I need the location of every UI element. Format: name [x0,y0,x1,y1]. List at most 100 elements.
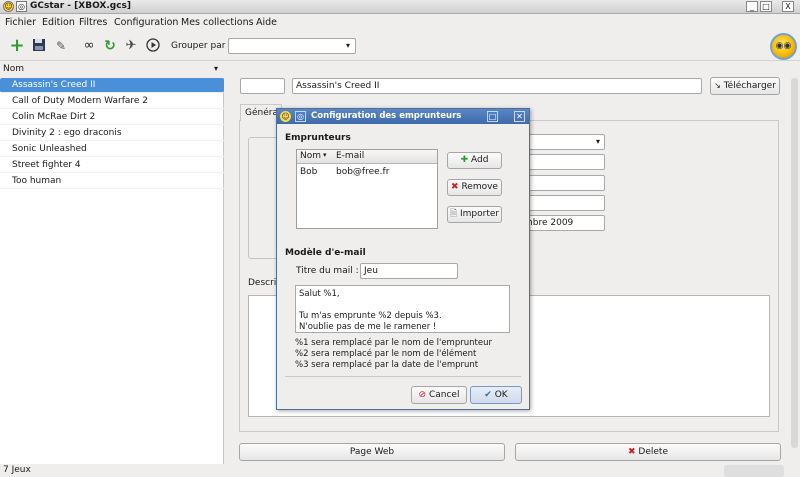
import-label: Importer [460,209,500,219]
minimize-button[interactable]: _ [746,1,758,12]
cover-frame [248,137,278,259]
email-template-heading: Modèle d'e-mail [285,248,366,258]
lend-icon[interactable]: ✈ [123,38,139,54]
delete-icon: ✖ [628,447,636,457]
menu-bar: Fichier Edition Filtres Configuration Me… [0,15,800,30]
email-body-textarea[interactable]: Salut %1, Tu m'as emprunte %2 depuis %3.… [295,285,510,333]
help-text: %2 sera remplacé par le nom de l'élément [295,349,477,359]
app-icon: ☺ [3,1,14,12]
status-progress [724,465,784,477]
save-icon[interactable] [31,38,47,54]
ok-label: OK [494,390,508,400]
list-item[interactable]: Too human [0,174,224,189]
description-label: Descri [248,278,277,288]
window-title: GCstar - [XBOX.gcs] [30,1,132,11]
title-field[interactable]: Assassin's Creed II [292,78,702,94]
import-borrowers-button[interactable]: 🗎 Importer [447,206,502,223]
borrowers-dialog: ☺ ◎ Configuration des emprunteurs □ ✕ Em… [276,108,530,410]
toolbar: + ✎ ∞ ↻ ✈ Grouper par ▾ [0,31,800,61]
table-header: Nom ▾ E-mail [297,150,437,164]
download-button[interactable]: ↘ Télécharger [710,77,780,95]
date-field[interactable]: mbre 2009 [520,215,605,231]
title-bar: ☺ ◎ GCstar - [XBOX.gcs] _ □ X [0,0,800,14]
subject-input[interactable]: Jeu [360,263,458,279]
menu-fichier[interactable]: Fichier [5,17,36,28]
sort-chevron-icon: ▾ [214,64,219,73]
vertical-scrollbar[interactable] [791,78,798,448]
id-field[interactable] [240,78,285,94]
ok-button[interactable]: ✔ OK [470,386,522,404]
cancel-icon: ⊘ [418,390,427,400]
menu-edition[interactable]: Edition [42,17,75,28]
list-item[interactable]: Street fighter 4 [0,158,224,173]
download-label: Télécharger [723,81,776,91]
import-icon: 🗎 [449,209,458,219]
detail-field[interactable] [520,175,605,191]
add-label: Add [470,155,489,165]
dialog-menu-icon[interactable]: ◎ [295,111,306,122]
help-text: %3 sera remplacé par la date de l'emprun… [295,360,479,370]
list-item[interactable]: Sonic Unleashed [0,142,224,157]
email-body-line: Tu m'as emprunte %2 depuis %3. [299,311,442,321]
dialog-title: Configuration des emprunteurs [311,111,462,121]
column-name-header[interactable]: Nom [300,151,321,161]
close-button[interactable]: X [782,1,794,12]
list-column-header[interactable]: Nom ▾ [0,63,224,77]
remove-label: Remove [461,182,498,192]
remove-borrower-button[interactable]: ✖ Remove [447,179,502,196]
borrowers-table[interactable]: Nom ▾ E-mail Bob bob@free.fr [296,149,438,229]
dialog-close-button[interactable]: ✕ [514,111,525,122]
column-email-header[interactable]: E-mail [336,151,364,161]
dialog-app-icon: ☺ [280,111,291,122]
check-icon: ✔ [484,390,492,400]
cancel-label: Cancel [428,390,460,400]
remove-icon: ✖ [451,182,459,192]
table-row[interactable]: Bob bob@free.fr [297,166,437,179]
help-text: %1 sera remplacé par le nom de l'emprunt… [295,338,492,348]
group-by-label: Grouper par [171,41,226,51]
list-item[interactable]: Call of Duty Modern Warfare 2 [0,94,224,109]
chevron-down-icon: ▾ [595,137,600,146]
cancel-button[interactable]: ⊘ Cancel [411,386,467,404]
list-item[interactable]: Assassin's Creed II [0,78,224,93]
menu-mes-collections[interactable]: Mes collections [181,17,254,28]
subject-label: Titre du mail : [296,266,359,276]
preferences-icon[interactable]: ✎ [53,38,69,54]
gcstar-mascot-icon[interactable]: ◉◉ [770,33,797,60]
delete-label: Delete [638,447,668,457]
add-borrower-button[interactable]: ✚ Add [447,152,502,169]
group-by-select[interactable]: ▾ [228,38,356,54]
play-icon[interactable] [145,38,161,54]
delete-button[interactable]: ✖ Delete [515,443,781,461]
download-icon: ↘ [714,81,721,90]
menu-filtres[interactable]: Filtres [79,17,107,28]
borrowers-heading: Emprunteurs [285,133,351,143]
collection-list[interactable]: Assassin's Creed II Call of Duty Modern … [0,78,224,464]
dialog-title-bar: ☺ ◎ Configuration des emprunteurs □ ✕ [277,109,529,124]
status-text: 7 Jeux [3,465,31,475]
column-name-label: Nom [3,64,25,74]
list-item[interactable]: Colin McRae Dirt 2 [0,110,224,125]
chevron-down-icon: ▾ [345,41,350,50]
detail-field[interactable] [520,154,605,170]
maximize-button[interactable]: □ [760,1,772,12]
list-item[interactable]: Divinity 2 : ego draconis [0,126,224,141]
web-page-button[interactable]: Page Web [239,443,505,461]
refresh-icon[interactable]: ↻ [102,38,118,54]
borrower-email: bob@free.fr [336,167,390,177]
menu-aide[interactable]: Aide [256,17,277,28]
search-icon[interactable]: ∞ [81,38,97,54]
window-menu-icon[interactable]: ◎ [16,1,27,12]
dialog-maximize-button[interactable]: □ [487,111,498,122]
menu-configuration[interactable]: Configuration [114,17,178,28]
add-icon[interactable]: + [9,37,25,55]
add-icon: ✚ [460,155,469,165]
dialog-separator [285,376,521,377]
combo-field[interactable]: 0 ▾ [520,134,605,150]
borrower-name: Bob [300,167,318,177]
email-body-line: N'oublie pas de me le ramener ! [299,322,437,332]
sort-chevron-icon: ▾ [323,151,327,159]
detail-field[interactable] [520,195,605,211]
email-body-line [299,300,506,311]
email-body-line: Salut %1, [299,289,340,299]
